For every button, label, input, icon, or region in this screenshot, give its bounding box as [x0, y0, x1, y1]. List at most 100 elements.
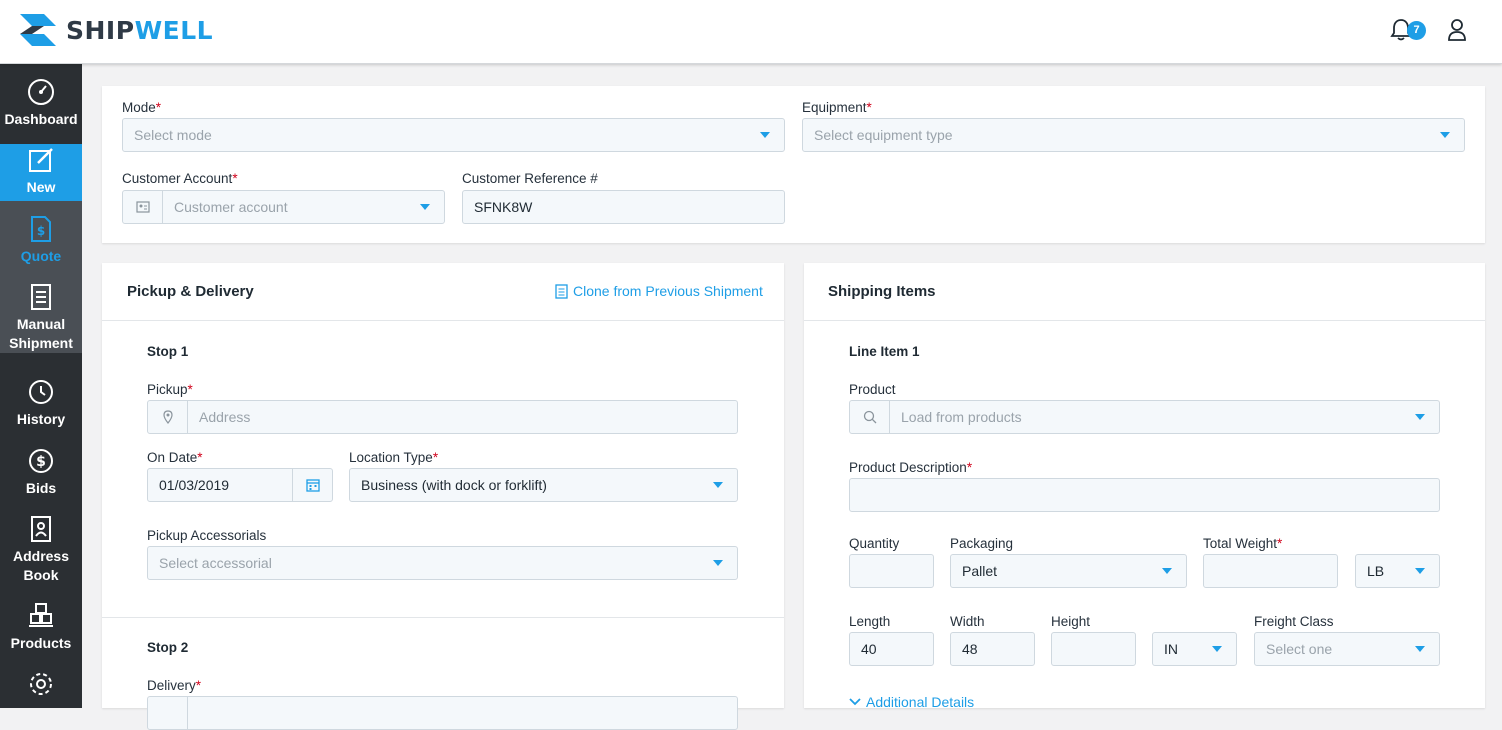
sidebar-item-history[interactable]: History [0, 378, 82, 430]
quantity-input[interactable] [849, 554, 934, 588]
on-date-label: On Date* [147, 450, 203, 465]
sidebar-item-label: History [16, 411, 66, 427]
clone-previous-shipment-link[interactable]: Clone from Previous Shipment [555, 283, 763, 299]
svg-text:$: $ [37, 224, 45, 238]
chevron-down-icon [1415, 414, 1425, 420]
chevron-down-icon [1415, 568, 1425, 574]
document-list-icon [31, 284, 51, 310]
product-label: Product [849, 382, 896, 397]
stop-2-title: Stop 2 [147, 640, 189, 655]
product-description-label: Product Description* [849, 460, 973, 475]
length-label: Length [849, 614, 891, 629]
top-bar: SHIPWELL 7 [0, 0, 1502, 64]
freight-class-select[interactable]: Select one [1254, 632, 1440, 666]
sidebar-item-label: Bids [25, 480, 57, 496]
sidebar-item-label-line2: Shipment [9, 335, 73, 351]
chevron-down-icon [1162, 568, 1172, 574]
sidebar-item-label: New [26, 179, 56, 195]
pickup-accessorials-select[interactable]: Select accessorial [147, 546, 738, 580]
on-date-input[interactable]: 01/03/2019 [147, 468, 333, 502]
freight-class-label: Freight Class [1254, 614, 1334, 629]
equipment-select[interactable]: Select equipment type [802, 118, 1465, 152]
sidebar-item-label: Dashboard [4, 111, 78, 127]
chevron-down-icon [760, 132, 770, 138]
sidebar-item-bids[interactable]: $ Bids [0, 447, 82, 499]
sidebar-item-new[interactable]: New [0, 144, 82, 201]
line-item-title: Line Item 1 [849, 344, 920, 359]
sidebar-item-settings[interactable] [0, 670, 82, 708]
packaging-label: Packaging [950, 536, 1014, 551]
sidebar-item-products[interactable]: Products [0, 602, 82, 654]
pickup-accessorials-label: Pickup Accessorials [147, 528, 267, 543]
sidebar-item-label: Products [10, 635, 72, 651]
equipment-label: Equipment* [802, 100, 872, 115]
mode-label: Mode* [122, 100, 162, 115]
chevron-down-icon [1440, 132, 1450, 138]
chevron-down-icon [420, 204, 430, 210]
height-input[interactable] [1051, 632, 1136, 666]
shipment-header-card: Mode* Select mode Equipment* Select equi… [102, 86, 1485, 243]
map-pin-icon [148, 401, 188, 433]
product-description-input[interactable] [849, 478, 1440, 512]
svg-text:$: $ [36, 454, 46, 470]
chevron-down-icon [1212, 646, 1222, 652]
history-clock-icon [29, 380, 53, 404]
sidebar-item-label-line1: Manual [16, 316, 66, 332]
dollar-circle-icon: $ [29, 449, 53, 473]
chevron-down-icon [713, 560, 723, 566]
sidebar-item-label-line2: Book [23, 567, 59, 583]
length-input[interactable]: 40 [849, 632, 934, 666]
pickup-delivery-card: Pickup & Delivery Clone from Previous Sh… [102, 263, 784, 730]
customer-reference-label: Customer Reference # [462, 171, 598, 186]
calendar-icon[interactable] [292, 469, 332, 501]
sidebar-item-manual-shipment[interactable]: Manual Shipment [0, 267, 82, 353]
edit-icon [29, 148, 53, 172]
total-weight-input[interactable] [1203, 554, 1338, 588]
notification-count-badge[interactable]: 7 [1407, 21, 1426, 40]
mode-select[interactable]: Select mode [122, 118, 785, 152]
customer-account-select[interactable]: Customer account [122, 190, 445, 224]
chevron-down-icon [1415, 646, 1425, 652]
gear-icon [30, 673, 52, 695]
shipping-items-title: Shipping Items [828, 283, 936, 300]
product-select[interactable]: Load from products [849, 400, 1440, 434]
logo-text: SHIPWELL [66, 15, 214, 45]
sidebar-item-label-line1: Address [12, 548, 70, 564]
customer-reference-input[interactable]: SFNK8W [462, 190, 785, 224]
shipwell-logo-icon [20, 14, 56, 46]
document-icon [555, 283, 568, 299]
pickup-delivery-title: Pickup & Delivery [127, 283, 254, 300]
height-label: Height [1051, 614, 1091, 629]
quantity-label: Quantity [849, 536, 900, 551]
search-icon [850, 401, 890, 433]
location-type-select[interactable]: Business (with dock or forklift) [349, 468, 738, 502]
sidebar-item-label: Quote [20, 248, 62, 264]
stop-1-title: Stop 1 [147, 344, 189, 359]
address-book-icon [31, 516, 51, 542]
customer-account-label: Customer Account* [122, 171, 238, 186]
dimension-unit-select[interactable]: IN [1152, 632, 1237, 666]
weight-unit-select[interactable]: LB [1355, 554, 1440, 588]
packaging-select[interactable]: Pallet [950, 554, 1187, 588]
width-label: Width [950, 614, 985, 629]
chevron-down-icon [849, 698, 861, 706]
pickup-label: Pickup* [147, 382, 193, 397]
user-profile-icon[interactable] [1447, 18, 1467, 47]
delivery-label: Delivery* [147, 678, 202, 693]
sidebar-item-address-book[interactable]: Address Book [0, 515, 82, 585]
boxes-icon [29, 603, 53, 627]
sidebar-item-dashboard[interactable]: Dashboard [0, 78, 82, 140]
id-card-icon [123, 191, 163, 223]
pickup-address-input[interactable]: Address [147, 400, 738, 434]
total-weight-label: Total Weight* [1203, 536, 1283, 551]
chevron-down-icon [713, 482, 723, 488]
speedometer-icon [28, 79, 54, 105]
delivery-address-input[interactable] [147, 696, 738, 730]
map-pin-icon [148, 697, 188, 729]
width-input[interactable]: 48 [950, 632, 1035, 666]
sidebar-item-quote[interactable]: $ Quote [0, 201, 82, 267]
divider [804, 320, 1485, 321]
location-type-label: Location Type* [349, 450, 439, 465]
shipwell-logo[interactable]: SHIPWELL [18, 12, 213, 48]
sidebar: Dashboard New $ Quote Manual Shipment Hi… [0, 64, 82, 708]
